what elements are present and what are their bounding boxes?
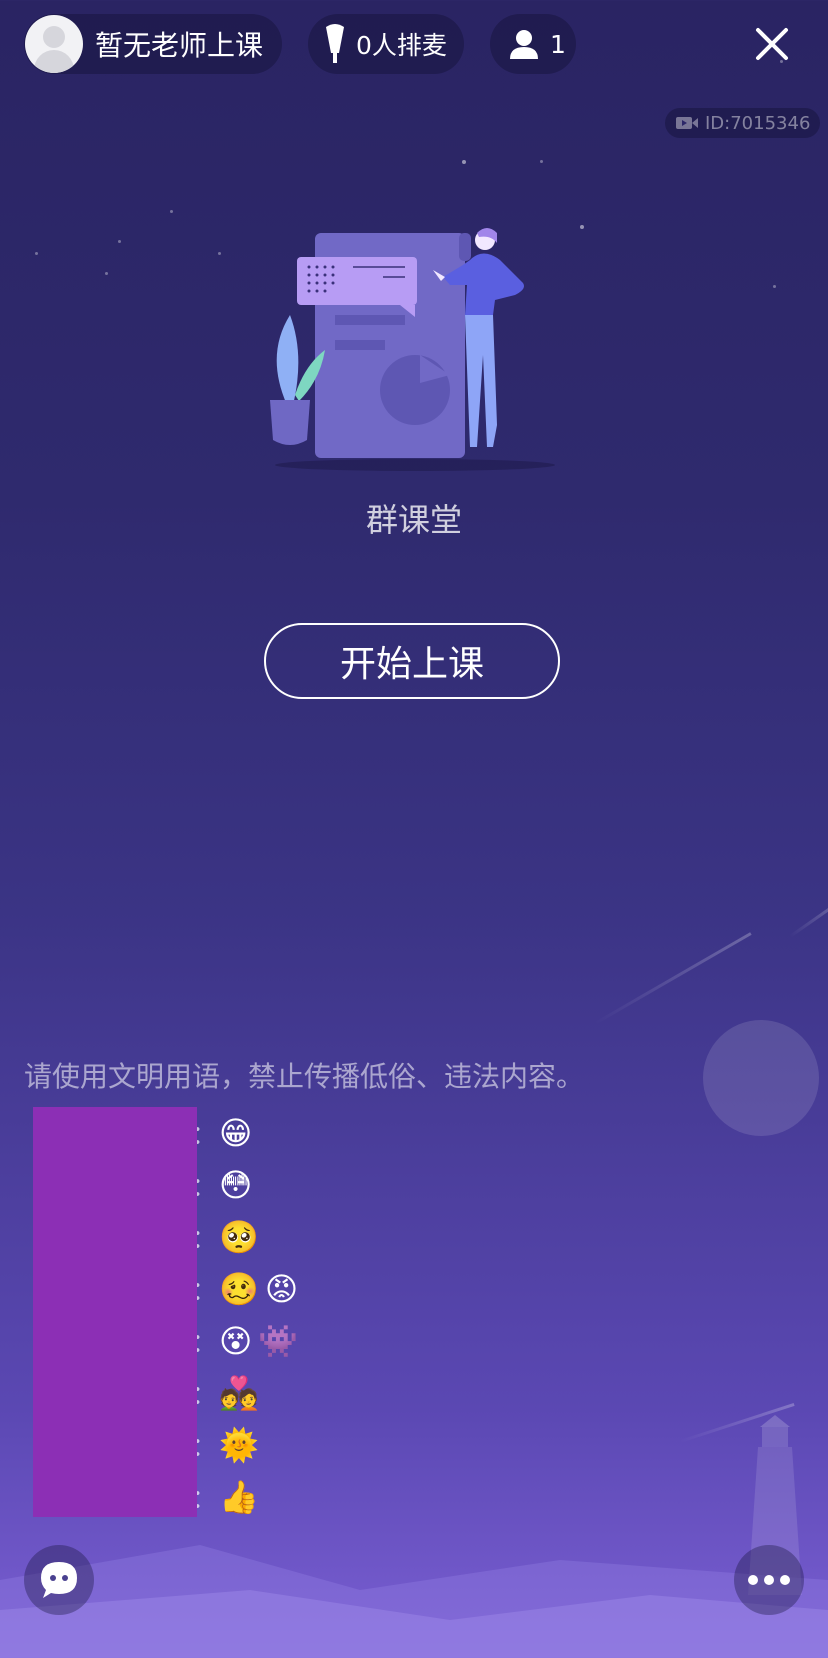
- more-button[interactable]: [734, 1545, 804, 1615]
- star-decoration: [540, 160, 543, 163]
- microphone-icon: [326, 24, 344, 63]
- star-decoration: [105, 272, 108, 275]
- chat-notice: 请使用文明用语，禁止传播低俗、违法内容。: [24, 1060, 585, 1093]
- emoji: 👍: [219, 1478, 259, 1516]
- room-id-label: ID:7015346: [705, 112, 811, 134]
- star-decoration: [35, 252, 38, 255]
- avatar: [25, 15, 83, 73]
- close-icon[interactable]: [752, 24, 792, 64]
- star-decoration: [170, 210, 173, 213]
- emoji: 😡: [264, 1270, 299, 1308]
- user-icon: [510, 30, 538, 59]
- star-decoration: [218, 252, 221, 255]
- mic-queue-pill[interactable]: 0人排麦: [308, 14, 464, 74]
- start-class-button[interactable]: 开始上课: [264, 623, 560, 699]
- emoji: 🥴: [219, 1270, 259, 1308]
- meteor-decoration: [594, 932, 752, 1025]
- teacher-status-label: 暂无老师上课: [95, 29, 264, 62]
- hills-decoration: [0, 1545, 828, 1658]
- star-decoration: [462, 160, 466, 164]
- star-decoration: [118, 240, 121, 243]
- emoji: 😳: [219, 1166, 253, 1204]
- mic-queue-label: 0人排麦: [356, 31, 447, 60]
- emoji: 💑: [219, 1374, 259, 1412]
- more-icon: [748, 1575, 790, 1585]
- audience-count: 1: [550, 29, 566, 59]
- meteor-decoration: [789, 900, 828, 938]
- star-decoration: [580, 225, 584, 229]
- moon-decoration: [703, 1020, 819, 1136]
- emoji: 👾: [258, 1322, 299, 1360]
- classroom-illustration: [270, 228, 555, 471]
- redacted-sender-names: [33, 1107, 197, 1517]
- emoji: 🌞: [219, 1426, 259, 1464]
- video-icon: [676, 117, 698, 129]
- star-decoration: [773, 285, 776, 288]
- chat-button[interactable]: [24, 1545, 94, 1615]
- room-id-badge: ID:7015346: [665, 108, 821, 138]
- emoji: 🥺: [219, 1218, 259, 1256]
- emoji: 😵: [219, 1322, 253, 1360]
- classroom-title: 群课堂: [365, 501, 462, 539]
- audience-pill[interactable]: 1: [490, 14, 576, 74]
- chat-icon: [41, 1562, 77, 1598]
- emoji: 😁: [219, 1114, 253, 1152]
- teacher-status-pill[interactable]: 暂无老师上课: [24, 14, 282, 74]
